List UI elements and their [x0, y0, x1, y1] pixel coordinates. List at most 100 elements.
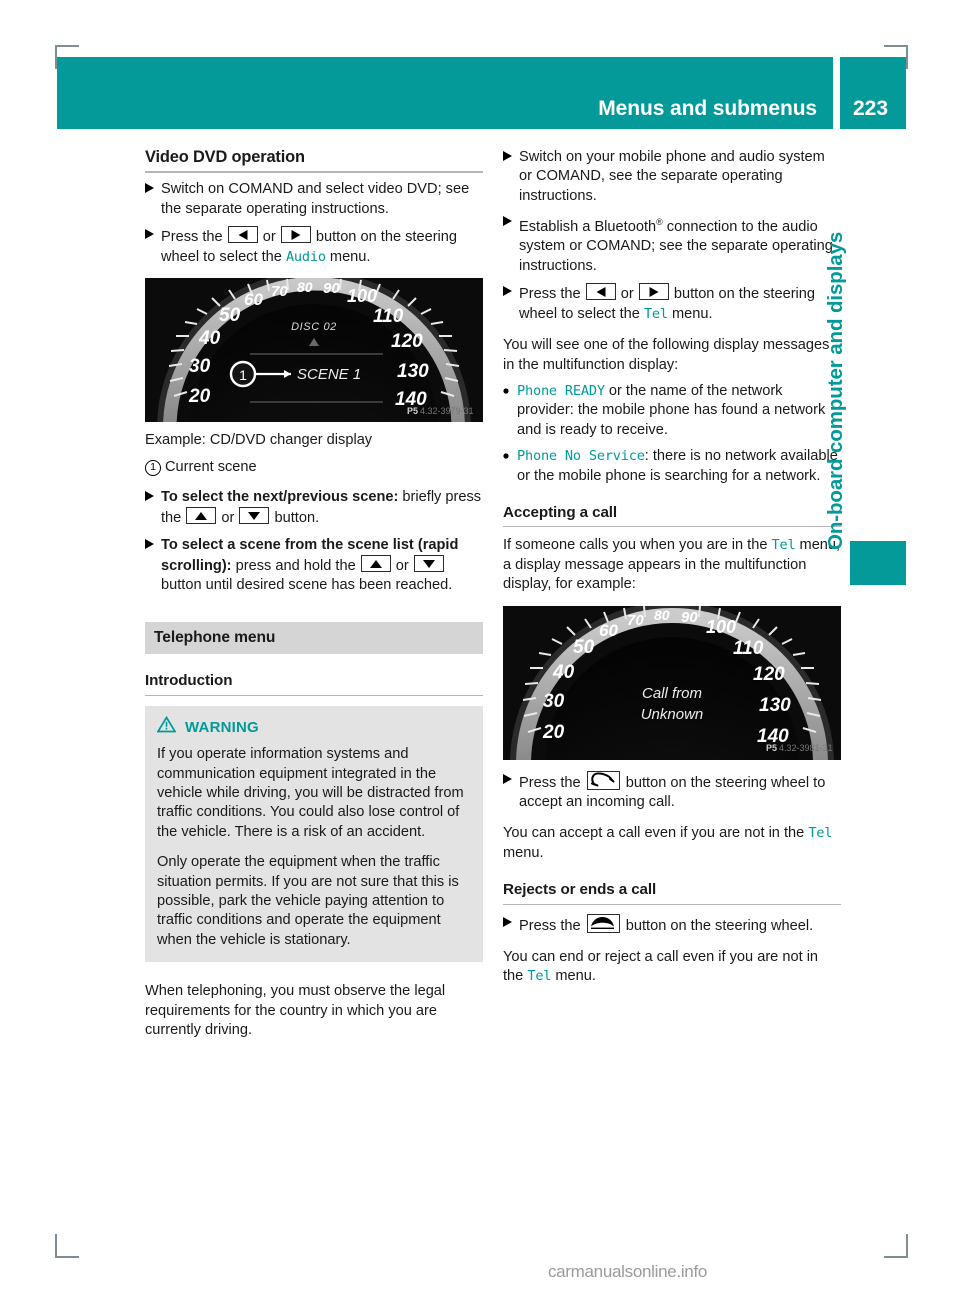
step-text-prefix: Press the [519, 774, 585, 791]
subsection-heading-rejects-or-ends-a-call: Rejects or ends a call [503, 880, 841, 905]
svg-text:Unknown: Unknown [641, 706, 704, 723]
step-text-prefix: Press the [161, 229, 227, 246]
svg-text:20: 20 [188, 386, 211, 407]
accept-call-button-icon[interactable] [586, 770, 620, 790]
svg-text:90: 90 [681, 609, 698, 626]
end-call-button-icon[interactable] [586, 913, 620, 933]
step-arrow-icon [145, 180, 161, 199]
up-arrow-button-icon[interactable] [360, 555, 391, 573]
registered-mark: ® [656, 217, 663, 228]
warning-paragraph: Only operate the equipment when the traf… [157, 854, 459, 948]
svg-text:30: 30 [189, 356, 211, 377]
step-arrow-icon [145, 536, 161, 555]
tel-menu-token: Tel [527, 968, 552, 985]
svg-text:SCENE 1: SCENE 1 [297, 366, 361, 383]
step-text-prefix: Press the [519, 286, 585, 303]
crop-mark-top-right [884, 45, 908, 69]
phone-ready-token: Phone READY [517, 382, 605, 399]
right-arrow-button-icon[interactable] [638, 283, 669, 301]
svg-text:30: 30 [543, 691, 565, 712]
step-text-suffix: button. [270, 510, 320, 527]
svg-text:40: 40 [552, 662, 575, 683]
step-arrow-icon [503, 148, 519, 167]
left-arrow-button-icon[interactable] [227, 226, 258, 244]
svg-text:130: 130 [397, 361, 429, 382]
step-text-prefix: Press the [519, 917, 585, 934]
left-arrow-button-icon[interactable] [585, 283, 616, 301]
intro-paragraph: You will see one of the following displa… [503, 337, 830, 373]
step-text-mid: or [258, 229, 280, 246]
svg-text:20: 20 [542, 722, 565, 743]
header-title-bar: Menus and submenus [57, 57, 833, 129]
down-arrow-button-icon[interactable] [239, 507, 270, 525]
tel-menu-token: Tel [808, 825, 833, 842]
chapter-side-tab-text: On-board computer and displays [824, 231, 847, 550]
crop-mark-top-left [55, 45, 79, 69]
step-text-end: menu. [325, 248, 371, 265]
accept-intro-a: If someone calls you when you are in the [503, 537, 772, 554]
step-text: Switch on COMAND and select video DVD; s… [161, 181, 470, 217]
step-text: Press the or button on the steering whee… [519, 283, 841, 324]
svg-text:50: 50 [219, 305, 241, 326]
tel-menu-token: Tel [771, 537, 796, 554]
svg-text:DISC 02: DISC 02 [291, 321, 337, 333]
svg-text:50: 50 [573, 637, 595, 658]
svg-text:1: 1 [239, 367, 247, 383]
step-text: Establish a Bluetooth® connection to the… [519, 213, 841, 276]
svg-text:100: 100 [347, 286, 377, 306]
up-arrow-button-icon[interactable] [186, 507, 217, 525]
step-text: Press the or button on the steering whee… [161, 226, 483, 267]
list-item: Press the or button on the steering whee… [145, 226, 483, 267]
legend-item: 1 Current scene [145, 458, 483, 477]
warning-paragraph: If you operate information systems and c… [157, 746, 464, 840]
instrument-cluster-image-disc: 20 30 40 50 60 70 80 90 100 110 120 130 … [145, 278, 483, 423]
bullet-dot-icon [503, 382, 517, 401]
svg-text:40: 40 [198, 328, 221, 349]
svg-text:90: 90 [323, 280, 340, 297]
svg-text:120: 120 [753, 664, 785, 685]
list-item: Press the button on the steering wheel t… [503, 770, 841, 813]
tel-menu-token: Tel [643, 305, 668, 322]
right-arrow-button-icon[interactable] [280, 226, 311, 244]
step-text-end: menu. [667, 305, 713, 322]
legend-text: Current scene [165, 459, 257, 476]
svg-text:Call from: Call from [642, 685, 702, 702]
step-text: Press the button on the steering wheel. [519, 913, 841, 936]
left-section-heading: Video DVD operation [145, 148, 483, 174]
audio-menu-token: Audio [285, 248, 326, 265]
svg-text:60: 60 [599, 621, 618, 640]
step-arrow-icon [145, 488, 161, 507]
svg-text:60: 60 [244, 290, 263, 309]
accept-note-b: menu. [503, 844, 544, 861]
step-text-prefix: press and hold the [231, 558, 360, 575]
step-text-a: Establish a Bluetooth [519, 219, 657, 236]
step-text-mid: or [217, 510, 239, 527]
svg-text:70: 70 [627, 612, 644, 629]
step-arrow-icon [503, 771, 519, 790]
warning-triangle-icon [156, 715, 177, 739]
site-watermark: carmanualsonline.info [0, 1262, 960, 1282]
step-arrow-icon [503, 914, 519, 933]
step-text-bold: To select the next/previous scene: [161, 488, 399, 505]
warning-header: WARNING [156, 715, 471, 739]
list-item: Switch on COMAND and select video DVD; s… [145, 180, 483, 219]
svg-text:120: 120 [391, 331, 423, 352]
list-item: Press the button on the steering wheel. [503, 913, 841, 936]
down-arrow-button-icon[interactable] [413, 555, 444, 573]
list-item: To select the next/previous scene: brief… [145, 488, 483, 529]
legend-number-icon: 1 [145, 458, 165, 477]
svg-text:80: 80 [297, 279, 313, 295]
svg-text:P5: P5 [766, 743, 777, 753]
crop-mark-bottom-left [55, 1234, 79, 1258]
list-item: Phone No Service: there is no network av… [503, 447, 841, 486]
instrument-cluster-image-call: 20 30 40 50 60 70 80 90 100 110 120 130 … [503, 605, 841, 760]
accept-note-a: You can accept a call even if you are no… [503, 825, 809, 842]
legend-number: 1 [145, 460, 161, 477]
list-item: Switch on your mobile phone and audio sy… [503, 148, 841, 206]
list-item: Phone READY or the name of the network p… [503, 382, 841, 440]
step-arrow-icon [503, 213, 519, 232]
bullet-text: Phone No Service: there is no network av… [517, 447, 841, 486]
bullet-text: Phone READY or the name of the network p… [517, 382, 841, 440]
svg-text:80: 80 [654, 607, 670, 623]
svg-text:100: 100 [706, 617, 736, 637]
